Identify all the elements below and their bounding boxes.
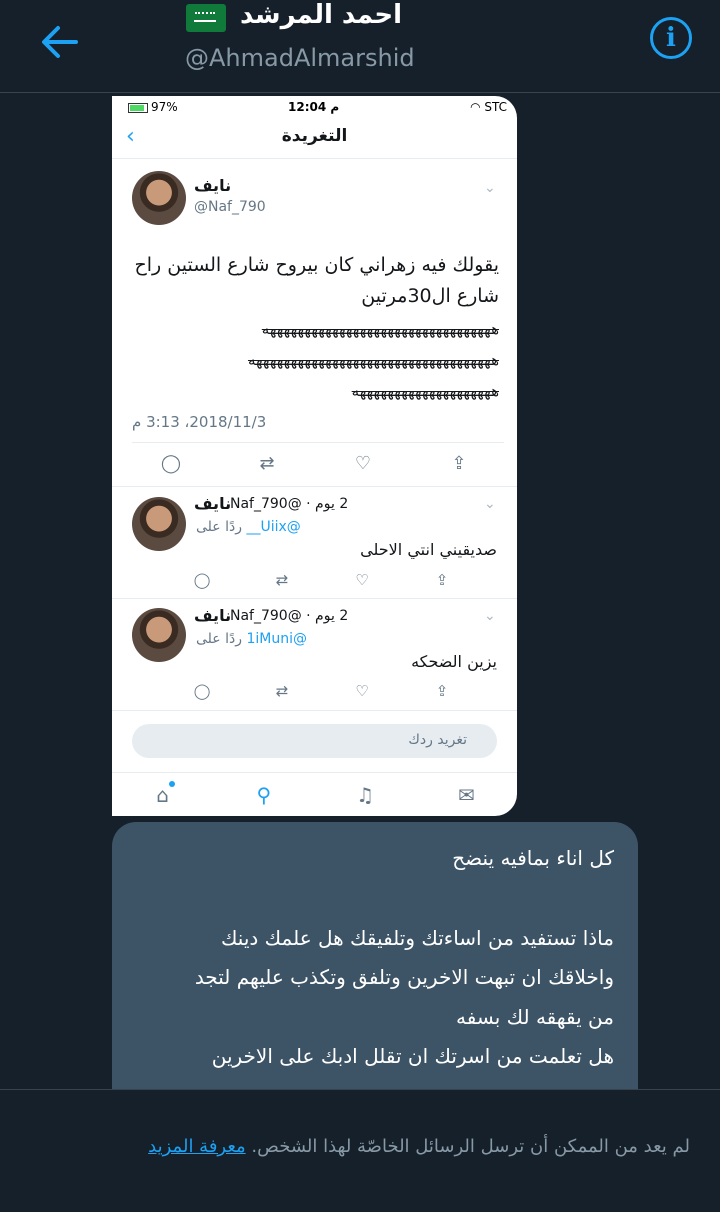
contact-handle: @AhmadAlmarshid xyxy=(185,44,415,72)
reply-icon: ◯ xyxy=(193,571,211,589)
heart-icon: ♡ xyxy=(355,571,369,589)
message-bubble[interactable]: كل اناء بمافيه ينضح ماذا تستفيد من اساءت… xyxy=(112,822,638,1112)
divider xyxy=(112,598,517,599)
tweet-laugh-line: هههههههههههههههههههههههههههههههههههه xyxy=(247,351,499,369)
reply-to-prefix: ردًا على xyxy=(196,631,242,647)
message-line: من يقهقه لك بسفه xyxy=(456,1005,614,1029)
reply-icon: ◯ xyxy=(160,453,182,474)
chevron-down-icon: ⌄ xyxy=(484,180,496,196)
tweet-author-name: نايف xyxy=(194,176,232,195)
shared-screenshot[interactable]: 97% 12:04 م ◠ STC ‹ التغريدة نايف @Naf_7… xyxy=(112,96,517,816)
tweet-timestamp: 2018/11/3، 3:13 م xyxy=(132,413,267,431)
reply-to-handle: @1iMuni xyxy=(246,631,307,647)
reply-meta: 2 يوم · @Naf_790 xyxy=(230,608,349,624)
reply-to-line: @Uiix__ ردًا على xyxy=(196,519,301,535)
divider xyxy=(112,710,517,711)
tweet-actions: ◯ ⇄ ♡ ⇪ xyxy=(160,453,470,475)
message-line: ماذا تستفيد من اساءتك وتلفيقك هل علمك دي… xyxy=(220,926,614,950)
avatar xyxy=(132,497,186,551)
divider xyxy=(112,486,517,487)
tweet-author-handle: @Naf_790 xyxy=(194,199,266,215)
reply-meta: 2 يوم · @Naf_790 xyxy=(230,496,349,512)
home-icon: ⌂ xyxy=(149,781,177,809)
retweet-icon: ⇄ xyxy=(275,682,289,700)
learn-more-link[interactable]: معرفة المزيد xyxy=(148,1136,246,1157)
bell-icon: ♫ xyxy=(356,783,375,807)
chevron-down-icon: ⌄ xyxy=(484,496,496,512)
reply-icon: ◯ xyxy=(193,682,211,700)
share-icon: ⇪ xyxy=(435,571,449,589)
tweet-text: يقولك فيه زهراني كان بيروح شارع الستين ر… xyxy=(134,254,500,307)
reply-to-line: @1iMuni ردًا على xyxy=(196,631,307,647)
reply-author-name: نايف xyxy=(194,494,232,513)
divider xyxy=(132,442,504,443)
reply-actions: ◯ ⇄ ♡ ⇪ xyxy=(192,570,452,590)
search-icon: ⚲ xyxy=(256,783,272,807)
wifi-icon: ◠ xyxy=(470,100,485,114)
compose-placeholder: تغريد ردك xyxy=(408,732,467,748)
compose-reply-field: تغريد ردك xyxy=(132,724,497,758)
retweet-icon: ⇄ xyxy=(275,571,289,589)
back-arrow-icon[interactable] xyxy=(36,18,84,66)
conversation-header: احمد المرشد @AhmadAlmarshid i xyxy=(0,0,720,93)
tweet-laugh-line: ههههههههههههههههههههه xyxy=(351,382,499,400)
reply-text: صديقيني انتي الاحلى xyxy=(360,540,497,559)
reply-to-handle: @Uiix__ xyxy=(246,519,301,535)
tweet-laugh-line: هههههههههههههههههههههههههههههههههه xyxy=(261,320,499,338)
saudi-flag-icon xyxy=(186,4,226,32)
heart-icon: ♡ xyxy=(355,682,369,700)
retweet-icon: ⇄ xyxy=(259,453,275,474)
avatar xyxy=(132,608,186,662)
battery-icon xyxy=(128,102,148,113)
battery-level: 97% xyxy=(151,100,178,114)
message-line: هل تعلمت من اسرتك ان تقلل ادبك على الاخر… xyxy=(211,1044,614,1068)
status-time: 12:04 م xyxy=(288,100,340,114)
status-bar: 97% 12:04 م ◠ STC xyxy=(112,96,517,118)
heart-icon: ♡ xyxy=(354,453,372,474)
reply-author-name: نايف xyxy=(194,606,232,625)
notification-dot xyxy=(168,781,175,787)
info-icon[interactable]: i xyxy=(650,17,692,59)
screenshot-title: التغريدة xyxy=(281,126,348,146)
message-line: كل اناء بمافيه ينضح xyxy=(452,846,614,870)
avatar xyxy=(132,171,186,225)
mail-icon: ✉ xyxy=(457,783,475,807)
dm-disabled-notice: لم يعد من الممكن أن ترسل الرسائل الخاصّة… xyxy=(148,1136,690,1157)
reply-actions: ◯ ⇄ ♡ ⇪ xyxy=(192,681,452,701)
carrier: STC xyxy=(484,100,507,114)
dm-disabled-footer: لم يعد من الممكن أن ترسل الرسائل الخاصّة… xyxy=(0,1089,720,1212)
message-line: واخلاقك ان تبهت الاخرين وتلفق وتكذب عليه… xyxy=(194,965,614,989)
chevron-down-icon: ⌄ xyxy=(484,608,496,624)
notice-text: لم يعد من الممكن أن ترسل الرسائل الخاصّة… xyxy=(251,1136,690,1157)
share-icon: ⇪ xyxy=(451,453,467,474)
reply-text: يزين الضحكه xyxy=(411,652,497,671)
screenshot-nav: ‹ التغريدة xyxy=(112,118,517,159)
share-icon: ⇪ xyxy=(435,682,449,700)
contact-name: احمد المرشد xyxy=(240,0,403,30)
screenshot-tabbar: ⌂ ⚲ ♫ ✉ xyxy=(112,772,517,816)
reply-to-prefix: ردًا على xyxy=(196,519,242,535)
